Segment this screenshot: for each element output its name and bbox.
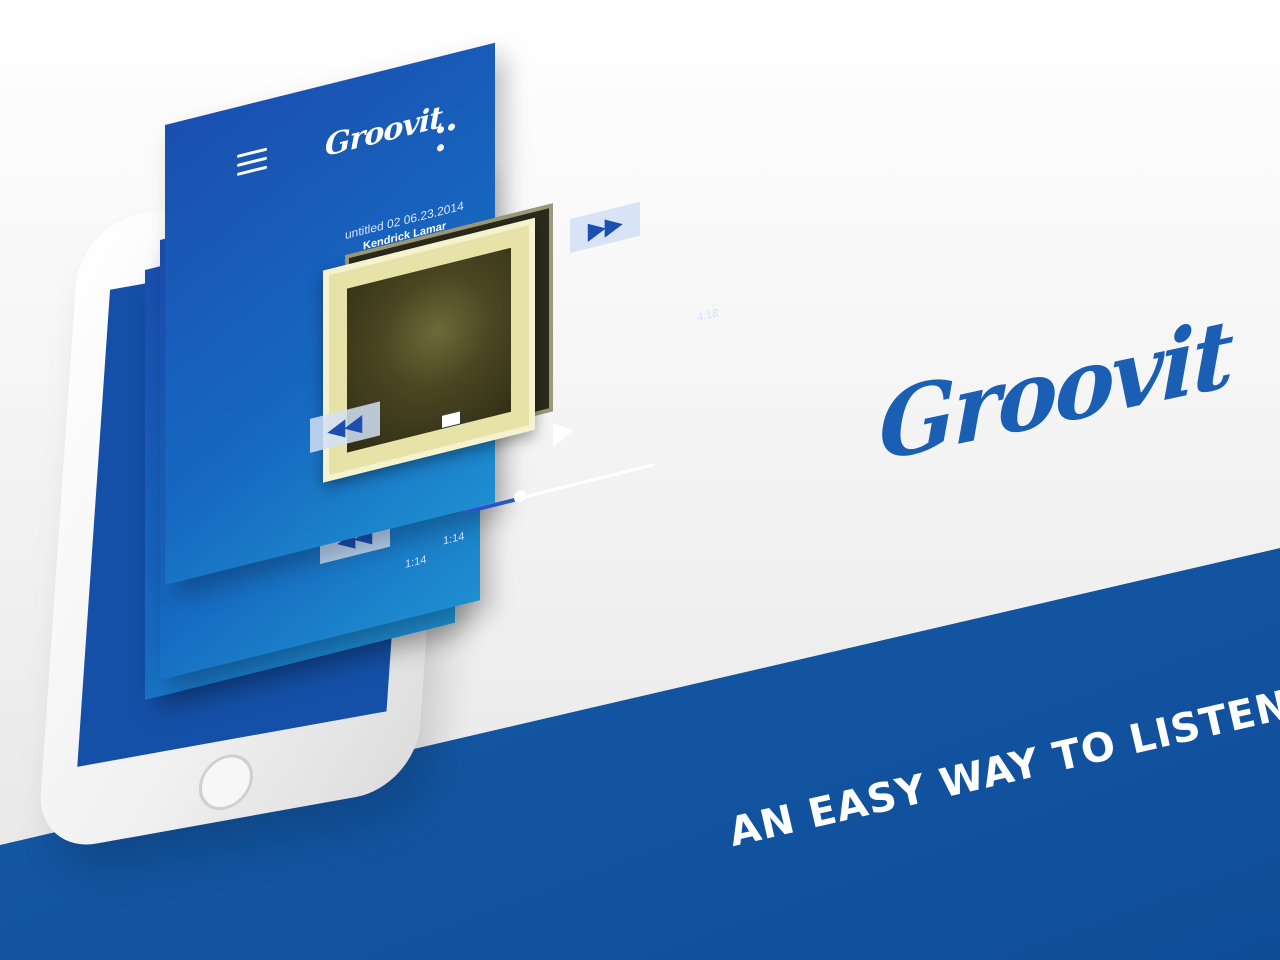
stage: U P ◀◀ 1:14 Groovit untitled 02 06.23.20… xyxy=(0,0,1280,960)
player-card: Groovit untitled 02 06.23.2014 Kendrick … xyxy=(165,42,718,586)
brand-logo: Groovit xyxy=(868,297,1232,522)
mid-current-time: 1:14 xyxy=(405,553,427,571)
play-icon[interactable] xyxy=(553,418,573,448)
hamburger-icon[interactable] xyxy=(237,147,267,177)
total-time: 4:18 xyxy=(697,307,719,325)
brand-logo-text: Groovit xyxy=(879,297,1232,484)
app-logo: Groovit xyxy=(325,99,443,165)
